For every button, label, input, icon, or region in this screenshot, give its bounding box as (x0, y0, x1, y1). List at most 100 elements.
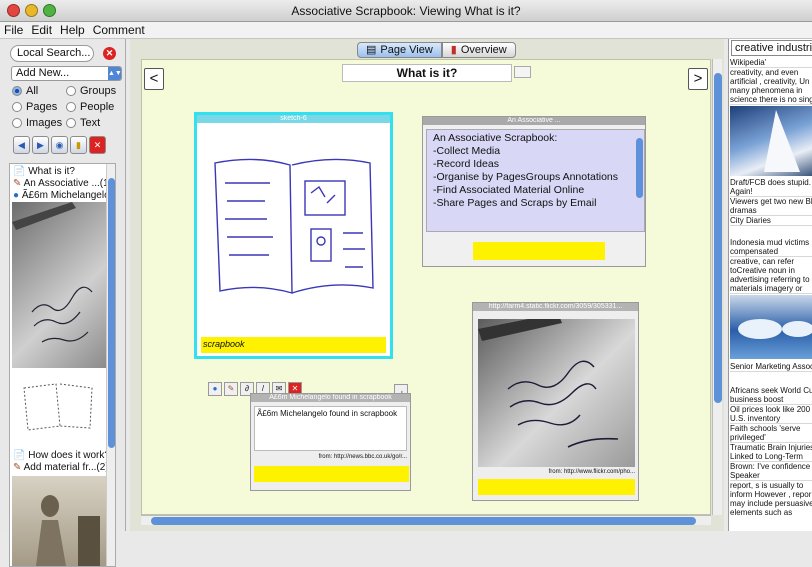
bbc-text: Ã£6m Michelangelo found in scrapbook (254, 406, 407, 451)
bbc-caption-field[interactable] (254, 466, 409, 482)
previous-page-icon[interactable]: < (144, 68, 164, 90)
list-item[interactable]: 📄 What is it? (13, 166, 75, 177)
result-item[interactable]: Wikipedia' (730, 58, 812, 68)
bbc-card-header: Ã£6m Michelangelo found in scrapbook (251, 394, 410, 402)
forward-icon[interactable]: ▶ (32, 136, 49, 154)
filter-pages[interactable]: Pages (12, 101, 57, 113)
add-new-label: Add New... (16, 67, 70, 79)
filter-label: Images (26, 117, 63, 129)
flickr-source[interactable]: from: http://www.flickr.com/pho... (478, 469, 635, 475)
note-line: -Record Ideas (433, 158, 499, 170)
menu-comment[interactable]: Comment (93, 22, 145, 38)
pen-icon[interactable]: ✎ (224, 382, 238, 396)
next-page-icon[interactable]: > (688, 68, 708, 90)
close-window-button[interactable] (7, 4, 20, 17)
handwriting-photo-icon (478, 319, 619, 448)
list-scroll-thumb[interactable] (108, 178, 115, 448)
add-new-dropdown[interactable]: Add New... ▲▼ (11, 66, 122, 81)
vintage-photo-thumbnail[interactable] (12, 476, 108, 566)
eye-icon[interactable]: ◉ (51, 136, 68, 154)
filter-label: Groups (80, 85, 117, 97)
page-horizontal-scrollbar[interactable] (141, 515, 711, 525)
building-photo-icon (764, 110, 800, 172)
list-item-label: What is it? (28, 166, 75, 177)
list-item[interactable]: ● Ã£6m Michelangelo fo... (13, 190, 115, 201)
page-icon[interactable]: ▮ (70, 136, 87, 154)
scrapbook-page[interactable]: < > What is it? sketch-6 scrapbook ● ✎ ∂… (141, 59, 711, 515)
title-bar: Associative Scrapbook: Viewing What is i… (0, 0, 812, 22)
result-item[interactable]: Brown: I've confidence i Speaker (730, 462, 812, 481)
flickr-caption-field[interactable] (478, 479, 635, 495)
local-search-input[interactable]: Local Search... (10, 45, 94, 62)
result-item[interactable]: Faith schools 'serve privileged' (730, 424, 812, 443)
menu-edit[interactable]: Edit (31, 22, 52, 38)
window-title: Associative Scrapbook: Viewing What is i… (291, 4, 521, 18)
handwriting-photo-icon (12, 202, 93, 343)
book-sketch-drawing (214, 158, 374, 294)
list-item-label: How does it work? (28, 450, 110, 461)
list-item[interactable]: ✎ An Associative ...(1) (13, 178, 112, 189)
photo-thumbnail[interactable] (12, 202, 108, 368)
result-item[interactable]: creativity, and even artificial , creati… (730, 68, 812, 105)
associations-panel: creative industries Wikipedia' creativit… (728, 39, 812, 531)
note-text-area[interactable]: An Associative Scrapbook: -Collect Media… (426, 129, 645, 232)
filter-label: People (80, 101, 115, 113)
bbc-source[interactable]: from: http://news.bbc.co.uk/go/r... (254, 454, 407, 460)
filter-text[interactable]: Text (66, 117, 100, 129)
view-tabs: ▤ Page View ▮ Overview (357, 42, 516, 58)
menu-file[interactable]: File (4, 22, 23, 38)
list-scrollbar[interactable] (106, 164, 115, 566)
page-title-input[interactable]: What is it? (342, 64, 512, 82)
list-item[interactable]: ✎ Add material fr...(2) (13, 462, 109, 473)
sketch-card-header: sketch-6 (197, 115, 390, 123)
globe-icon: ● (13, 190, 20, 201)
radio-icon (66, 86, 76, 96)
filter-people[interactable]: People (66, 101, 114, 113)
note-scroll-thumb[interactable] (636, 138, 643, 198)
menu-help[interactable]: Help (60, 22, 85, 38)
horizontal-scroll-thumb[interactable] (151, 517, 696, 525)
web-search-input[interactable]: creative industries (731, 40, 812, 56)
filter-images[interactable]: Images (12, 117, 62, 129)
note-card[interactable]: An Associative ... An Associative Scrapb… (422, 116, 646, 267)
delete-icon[interactable]: ✕ (89, 136, 106, 154)
pen-icon: ✎ (13, 178, 22, 189)
page-vertical-scrollbar[interactable] (712, 59, 722, 515)
result-item[interactable]: City Diaries (730, 216, 812, 226)
radio-icon (12, 118, 22, 128)
result-item[interactable]: Traumatic Brain Injuries Linked to Long-… (730, 443, 812, 462)
note-line: An Associative Scrapbook: (433, 132, 558, 144)
result-item[interactable]: Indonesia mud victims compensated (730, 238, 812, 257)
sketch-caption[interactable]: scrapbook (201, 337, 386, 353)
result-item[interactable]: Draft/FCB does stupid. Again! (730, 178, 812, 197)
clear-search-icon[interactable]: ✕ (103, 47, 116, 60)
back-icon[interactable]: ◀ (13, 136, 30, 154)
sketch-card[interactable]: sketch-6 scrapbook (194, 112, 393, 359)
result-image[interactable] (730, 295, 812, 359)
result-item[interactable]: Senior Marketing Assoc (730, 362, 812, 372)
result-item[interactable]: report, s is usually to inform However ,… (730, 481, 812, 517)
zoom-window-button[interactable] (43, 4, 56, 17)
note-caption-field[interactable] (473, 242, 605, 260)
result-item[interactable]: Oil prices look like 200 U.S. inventory (730, 405, 812, 424)
bbc-card[interactable]: Ã£6m Michelangelo found in scrapbook Ã£6… (250, 393, 411, 491)
tab-page-view[interactable]: ▤ Page View (357, 42, 442, 58)
result-item[interactable]: creative, can refer toCreative noun in a… (730, 257, 812, 294)
list-item[interactable]: 📄 How does it work? (13, 450, 110, 461)
vertical-scroll-thumb[interactable] (714, 73, 722, 403)
flickr-photo[interactable] (478, 319, 635, 467)
minimize-window-button[interactable] (25, 4, 38, 17)
filter-all[interactable]: All (12, 85, 38, 97)
result-item[interactable]: Africans seek World Cu business boost (730, 386, 812, 405)
filter-groups[interactable]: Groups (66, 85, 116, 97)
note-line: -Find Associated Material Online (433, 184, 585, 196)
email-icon[interactable] (514, 66, 531, 78)
tab-overview[interactable]: ▮ Overview (441, 42, 516, 58)
radio-icon (12, 86, 22, 96)
result-item[interactable]: Viewers get two new BB dramas (730, 197, 812, 216)
sketch-thumbnail[interactable] (12, 374, 108, 434)
result-image[interactable] (730, 106, 812, 176)
globe-icon[interactable]: ● (208, 382, 222, 396)
note-card-header: An Associative ... (423, 117, 645, 125)
flickr-card[interactable]: http://farm4.static.flickr.com/3059/3053… (472, 302, 639, 501)
